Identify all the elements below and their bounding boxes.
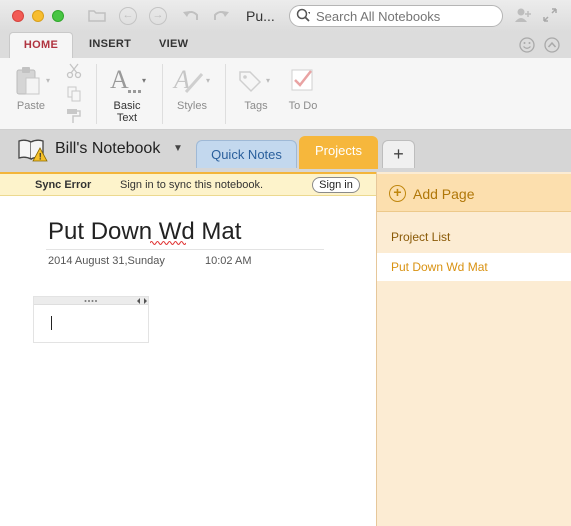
ribbon-separator: [225, 64, 226, 124]
sync-error-bar: Sync Error Sign in to sync this notebook…: [0, 172, 376, 196]
paste-dropdown-arrow-icon[interactable]: ▾: [46, 76, 50, 85]
add-section-button[interactable]: +: [382, 140, 415, 168]
notebook-bar: ! Bill's Notebook ▼ Quick Notes Projects…: [0, 130, 571, 172]
styles-label: Styles: [177, 100, 207, 112]
window-title: Pu...: [246, 8, 275, 24]
page-list-item[interactable]: Project List: [377, 223, 571, 251]
spellcheck-underline: [150, 241, 186, 245]
basic-text-label: Basic Text: [113, 100, 141, 124]
close-window-button[interactable]: [12, 10, 24, 22]
add-page-label: Add Page: [413, 186, 475, 202]
title-bar: ← → Pu...: [0, 0, 571, 32]
page-time: 10:02 AM: [205, 255, 252, 267]
minimize-window-button[interactable]: [32, 10, 44, 22]
tags-icon[interactable]: [238, 68, 266, 94]
title-divider: [46, 249, 324, 250]
sync-message: Sign in to sync this notebook.: [120, 179, 264, 191]
undo-icon[interactable]: [182, 8, 200, 22]
styles-icon[interactable]: A: [172, 66, 206, 96]
sign-in-button[interactable]: Sign in: [312, 177, 360, 193]
ribbon: ▾ Paste A ▾ Basic Text A ▾ Styles ▾ Tags: [0, 58, 571, 130]
forward-button[interactable]: →: [149, 7, 167, 25]
svg-text:!: !: [39, 152, 42, 162]
redo-icon[interactable]: [212, 8, 230, 22]
share-user-icon[interactable]: [513, 7, 533, 23]
todo-label: To Do: [288, 100, 318, 112]
search-icon: [296, 8, 310, 22]
sync-error-label: Sync Error: [35, 179, 92, 191]
collapse-ribbon-icon[interactable]: [544, 37, 560, 53]
tab-insert[interactable]: INSERT: [89, 38, 131, 50]
notebook-dropdown-arrow-icon[interactable]: ▼: [173, 143, 183, 154]
tab-home[interactable]: HOME: [9, 32, 73, 58]
resize-arrows-icon[interactable]: [137, 298, 147, 304]
ribbon-separator: [162, 64, 163, 124]
paste-label: Paste: [16, 100, 46, 112]
svg-text:A: A: [110, 66, 129, 94]
note-container[interactable]: [33, 296, 149, 343]
copy-icon[interactable]: [66, 86, 82, 102]
section-tab-projects[interactable]: Projects: [299, 136, 378, 169]
back-button[interactable]: ←: [119, 7, 137, 25]
section-tab-quick-notes[interactable]: Quick Notes: [196, 140, 297, 168]
search-box[interactable]: [289, 5, 503, 27]
smiley-feedback-icon[interactable]: [519, 37, 535, 53]
page-title-text: Put Down Wd Mat: [48, 218, 242, 245]
notebook-book-icon[interactable]: !: [17, 138, 49, 162]
page-list-item-selected[interactable]: Put Down Wd Mat: [377, 253, 571, 281]
page-title[interactable]: Put Down Wd Mat: [48, 218, 241, 246]
tags-dropdown-arrow-icon[interactable]: ▾: [266, 76, 270, 85]
search-input[interactable]: [316, 7, 496, 25]
zoom-window-button[interactable]: [52, 10, 64, 22]
add-circle-icon: +: [389, 185, 406, 202]
notebook-name[interactable]: Bill's Notebook: [55, 140, 160, 158]
tags-label: Tags: [244, 100, 268, 112]
ribbon-separator: [96, 64, 97, 124]
todo-checkbox-icon[interactable]: [290, 68, 316, 94]
basic-text-dropdown-arrow-icon[interactable]: ▾: [142, 76, 146, 85]
styles-dropdown-arrow-icon[interactable]: ▾: [206, 76, 210, 85]
add-page-button[interactable]: + Add Page: [377, 174, 571, 212]
folder-icon[interactable]: [88, 8, 106, 22]
drag-dots-icon: [84, 300, 97, 302]
fullscreen-icon[interactable]: [543, 8, 557, 22]
paste-clipboard-icon[interactable]: [14, 66, 42, 98]
tab-view[interactable]: VIEW: [159, 38, 188, 50]
format-painter-icon[interactable]: [66, 108, 82, 124]
page-list-panel: + Add Page Project List Put Down Wd Mat: [376, 172, 571, 526]
note-container-drag-handle[interactable]: [34, 297, 148, 305]
ribbon-tab-bar: HOME INSERT VIEW: [0, 32, 571, 58]
basic-text-icon[interactable]: A: [108, 66, 142, 96]
cut-scissors-icon[interactable]: [66, 63, 82, 79]
text-cursor: [51, 316, 52, 330]
page-date: 2014 August 31,Sunday: [48, 255, 165, 267]
